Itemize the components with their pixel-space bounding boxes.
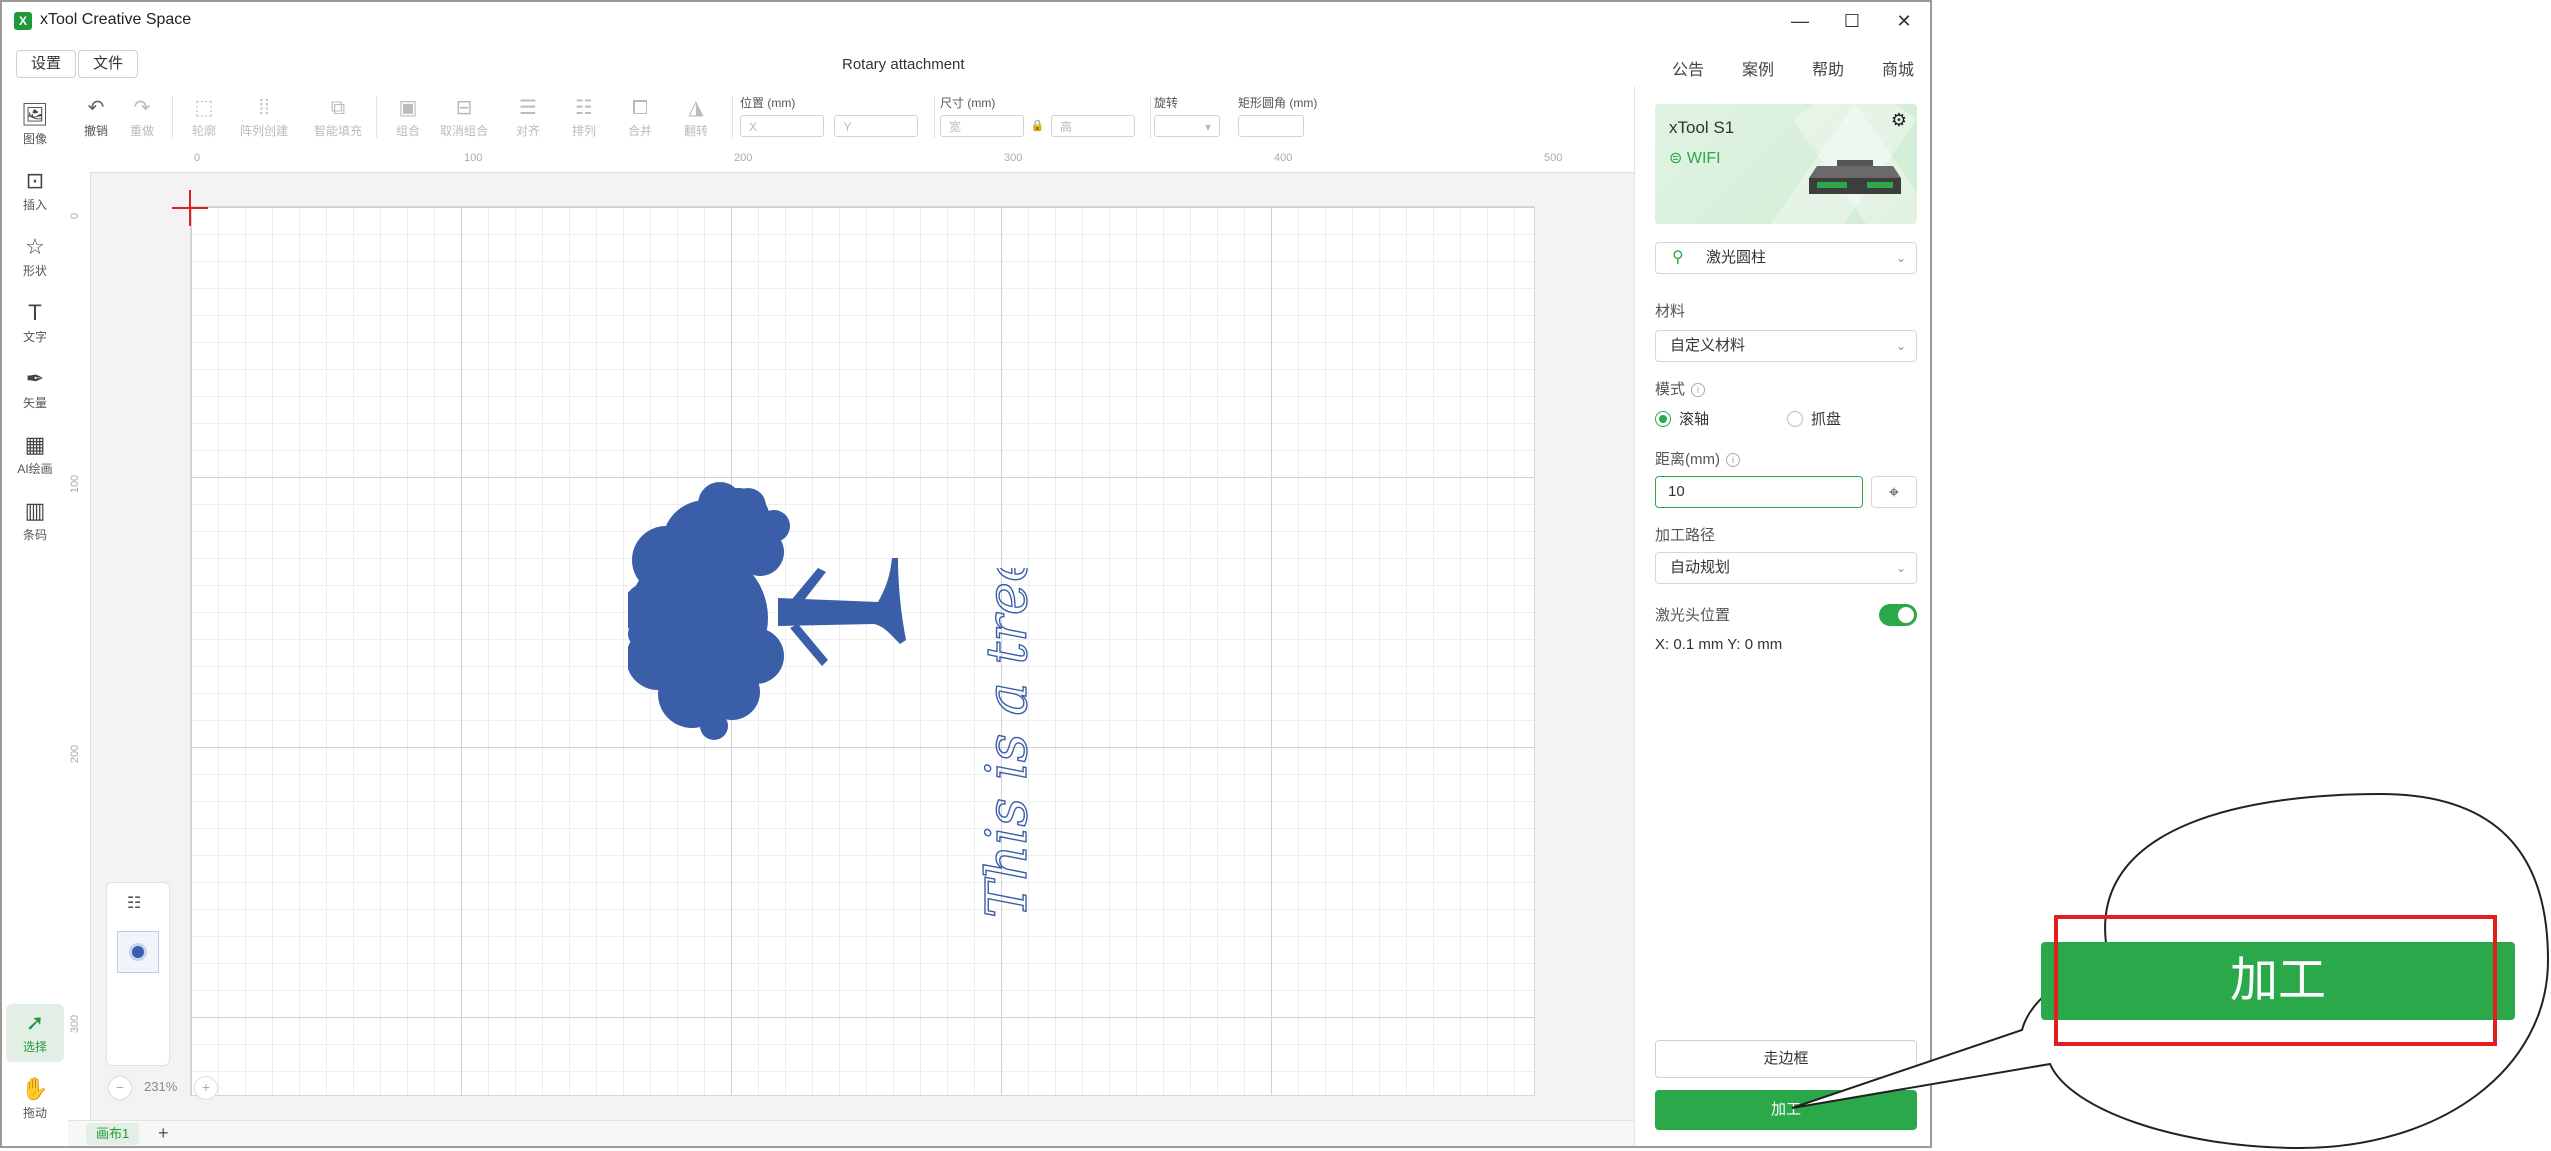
highlight-box — [2054, 915, 2497, 1046]
